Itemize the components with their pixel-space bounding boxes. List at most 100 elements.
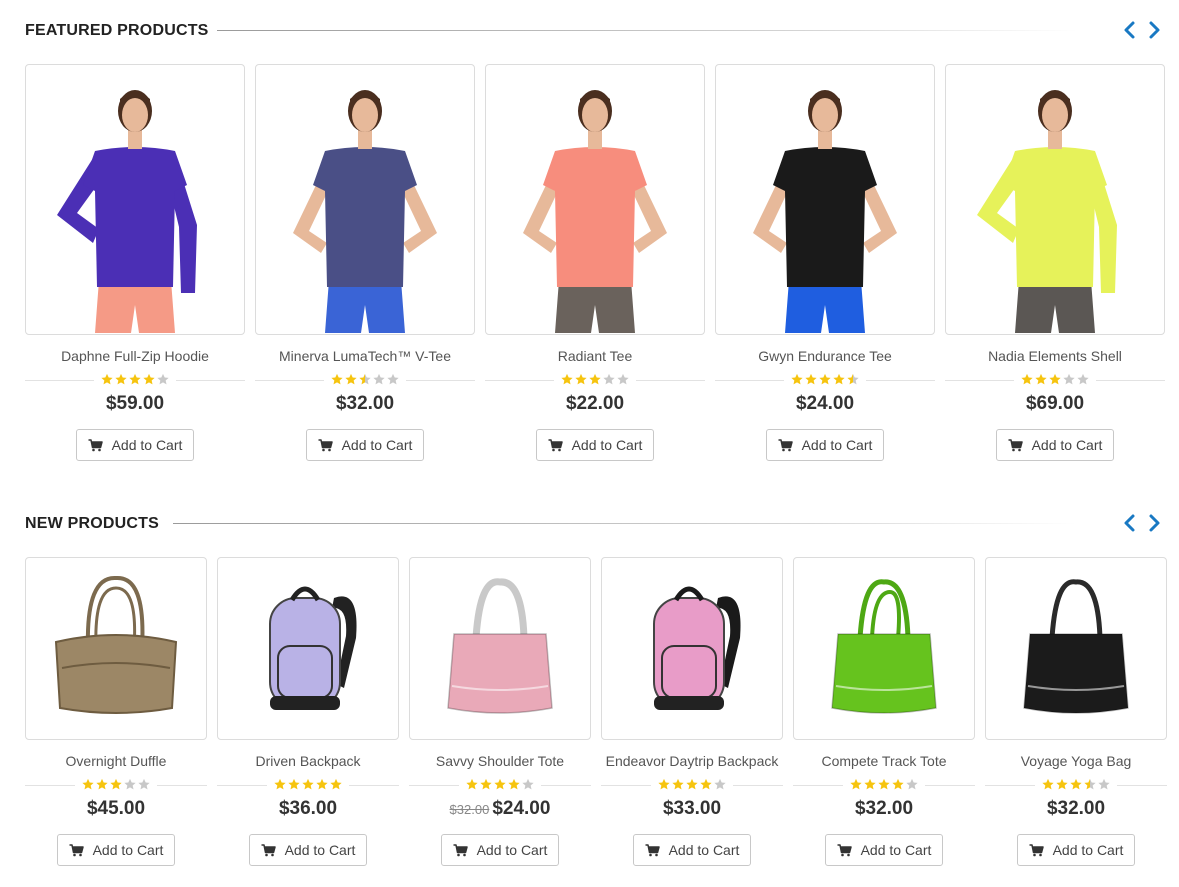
chevron-left-icon [1124, 21, 1135, 39]
add-to-cart-button[interactable]: Add to Cart [995, 429, 1115, 461]
carousel-next-button[interactable] [1145, 20, 1163, 40]
product-rating [255, 373, 475, 387]
star-icon [864, 778, 876, 790]
add-to-cart-button[interactable]: Add to Cart [440, 834, 560, 866]
rating-stars [850, 778, 919, 791]
product-name-link[interactable]: Daphne Full-Zip Hoodie [25, 348, 245, 366]
price-box: $59.00 [25, 393, 245, 419]
product-image[interactable] [25, 557, 207, 740]
chevron-left-icon [1124, 514, 1135, 532]
section-header: FEATURED PRODUCTS [25, 18, 1165, 42]
product-card: Nadia Elements Shell $69.00 Add to Cart [945, 64, 1165, 461]
rating-stars [791, 373, 860, 386]
product-card: Gwyn Endurance Tee $24.00 Add to Cart [715, 64, 935, 461]
rating-stars [561, 373, 630, 386]
price-box: $32.00 [793, 798, 975, 824]
product-rating [601, 778, 783, 792]
product-image[interactable] [945, 64, 1165, 335]
star-icon [850, 778, 862, 790]
add-to-cart-label: Add to Cart [571, 437, 643, 453]
star-icon [672, 778, 684, 790]
rating-stars [331, 373, 400, 386]
product-name-link[interactable]: Voyage Yoga Bag [985, 753, 1167, 771]
product-rating [25, 778, 207, 792]
carousel-next-button[interactable] [1145, 513, 1163, 533]
product-price: $36.00 [278, 798, 338, 819]
rating-divider-left [409, 785, 459, 786]
product-price: $33.00 [662, 798, 722, 819]
product-name-link[interactable]: Minerva LumaTech™ V-Tee [255, 348, 475, 366]
product-image[interactable] [409, 557, 591, 740]
rating-divider-right [733, 785, 783, 786]
product-image[interactable] [25, 64, 245, 335]
star-icon [110, 778, 122, 790]
product-name-link[interactable]: Driven Backpack [217, 753, 399, 771]
rating-divider-left [985, 785, 1035, 786]
add-to-cart-button[interactable]: Add to Cart [75, 429, 195, 461]
price-box: $69.00 [945, 393, 1165, 419]
star-icon [805, 373, 817, 385]
product-photo [54, 575, 178, 714]
star-icon [1021, 373, 1033, 385]
add-to-cart-label: Add to Cart [1031, 437, 1103, 453]
product-image[interactable] [793, 557, 975, 740]
product-image[interactable] [217, 557, 399, 740]
price-box: $45.00 [25, 798, 207, 824]
carousel-prev-button[interactable] [1121, 20, 1139, 40]
product-name-link[interactable]: Compete Track Tote [793, 753, 975, 771]
product-rating [485, 373, 705, 387]
new-products-section: NEW PRODUCTS Overnight Duffle $45.00 Add t… [25, 511, 1167, 881]
star-icon [331, 373, 343, 385]
product-card: Minerva LumaTech™ V-Tee $32.00 Add to Cart [255, 64, 475, 461]
actions: Add to Cart [985, 834, 1167, 866]
add-to-cart-button[interactable]: Add to Cart [535, 429, 655, 461]
actions: Add to Cart [25, 834, 207, 866]
star-icon [1084, 778, 1096, 790]
add-to-cart-button[interactable]: Add to Cart [248, 834, 368, 866]
product-name-link[interactable]: Gwyn Endurance Tee [715, 348, 935, 366]
featured-product-grid: Daphne Full-Zip Hoodie $59.00 Add to Cart M… [25, 64, 1165, 461]
product-image[interactable] [715, 64, 935, 335]
cart-icon [1008, 438, 1023, 451]
rating-divider-left [25, 785, 75, 786]
product-image[interactable] [255, 64, 475, 335]
cart-icon [69, 843, 84, 856]
add-to-cart-button[interactable]: Add to Cart [1016, 834, 1136, 866]
product-name-link[interactable]: Radiant Tee [485, 348, 705, 366]
rating-divider-left [255, 380, 324, 381]
price-box: $32.00 $24.00 [409, 798, 591, 824]
product-image[interactable] [985, 557, 1167, 740]
product-image[interactable] [485, 64, 705, 335]
product-image[interactable] [601, 557, 783, 740]
add-to-cart-button[interactable]: Add to Cart [56, 834, 176, 866]
price-box: $24.00 [715, 393, 935, 419]
rating-stars [101, 373, 170, 386]
product-name-link[interactable]: Endeavor Daytrip Backpack [601, 753, 783, 771]
add-to-cart-button[interactable]: Add to Cart [305, 429, 425, 461]
product-name-link[interactable]: Overnight Duffle [25, 753, 207, 771]
old-price: $32.00 [449, 802, 490, 817]
add-to-cart-button[interactable]: Add to Cart [824, 834, 944, 866]
product-name-link[interactable]: Savvy Shoulder Tote [409, 753, 591, 771]
product-price: $24.00 [492, 798, 551, 819]
cart-icon [1029, 843, 1044, 856]
product-name-link[interactable]: Nadia Elements Shell [945, 348, 1165, 366]
star-icon [359, 373, 371, 385]
add-to-cart-label: Add to Cart [92, 842, 164, 858]
price-box: $36.00 [217, 798, 399, 824]
star-icon [522, 778, 534, 790]
cart-icon [261, 843, 276, 856]
star-icon [387, 373, 399, 385]
add-to-cart-button[interactable]: Add to Cart [632, 834, 752, 866]
product-price: $45.00 [86, 798, 146, 819]
star-icon [288, 778, 300, 790]
rating-divider-right [636, 380, 705, 381]
add-to-cart-button[interactable]: Add to Cart [765, 429, 885, 461]
rating-divider-right [349, 785, 399, 786]
product-card: Voyage Yoga Bag $32.00 Add to Cart [985, 557, 1167, 866]
star-icon [561, 373, 573, 385]
price-box: $22.00 [485, 393, 705, 419]
product-card: Radiant Tee $22.00 Add to Cart [485, 64, 705, 461]
product-photo [753, 90, 897, 333]
carousel-prev-button[interactable] [1121, 513, 1139, 533]
